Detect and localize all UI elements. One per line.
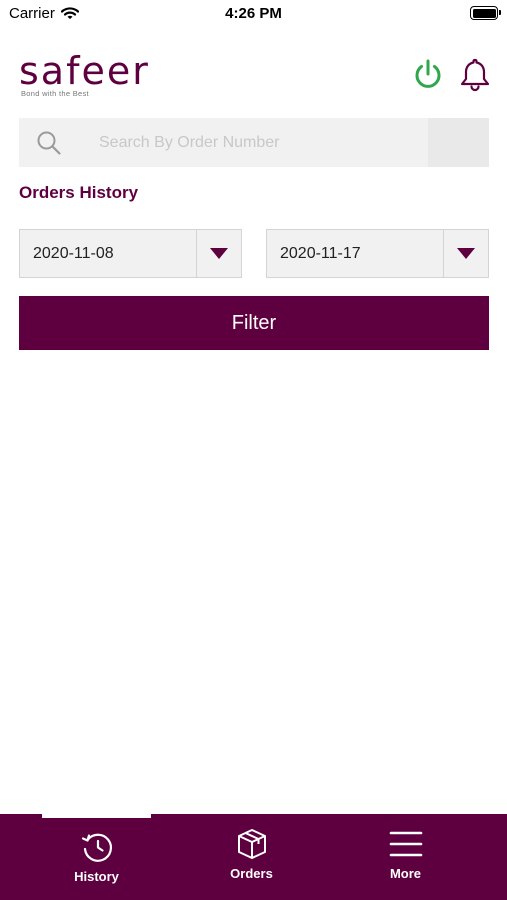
caret-down-icon — [210, 248, 228, 259]
tab-label: Orders — [230, 866, 273, 881]
search-submit-area[interactable] — [428, 118, 489, 167]
from-date-picker[interactable]: 2020-11-08 — [19, 229, 242, 278]
box-icon — [237, 829, 266, 859]
history-icon — [81, 833, 112, 862]
notifications-button[interactable] — [458, 57, 492, 93]
order-number-search-input[interactable] — [99, 118, 439, 167]
bell-icon — [460, 58, 490, 92]
search-icon[interactable] — [19, 118, 79, 167]
power-icon — [415, 59, 441, 88]
logo-wordmark: safeer — [19, 49, 150, 93]
search-bar — [19, 118, 489, 167]
tab-label: More — [389, 866, 422, 881]
from-date-value: 2020-11-08 — [33, 245, 114, 262]
tab-more[interactable]: More — [321, 814, 490, 900]
tab-label: History — [74, 869, 119, 884]
logout-button[interactable] — [412, 58, 444, 92]
tab-history[interactable]: History — [12, 814, 181, 900]
caret-down-icon — [457, 248, 475, 259]
page-title: Orders History — [19, 183, 139, 202]
status-bar: Carrier 4:26 PM — [0, 0, 507, 30]
battery-icon — [470, 6, 501, 20]
safeer-logo: safeer Bond with the Best — [19, 49, 194, 98]
from-date-dropdown[interactable] — [196, 230, 241, 277]
status-time: 4:26 PM — [225, 5, 282, 22]
to-date-value: 2020-11-17 — [280, 245, 361, 262]
to-date-dropdown[interactable] — [443, 230, 488, 277]
menu-icon — [389, 831, 422, 857]
filter-button[interactable]: Filter — [19, 296, 489, 350]
tab-bar: History Orders More — [0, 814, 507, 900]
to-date-picker[interactable]: 2020-11-17 — [266, 229, 489, 278]
tab-orders[interactable]: Orders — [167, 814, 336, 900]
